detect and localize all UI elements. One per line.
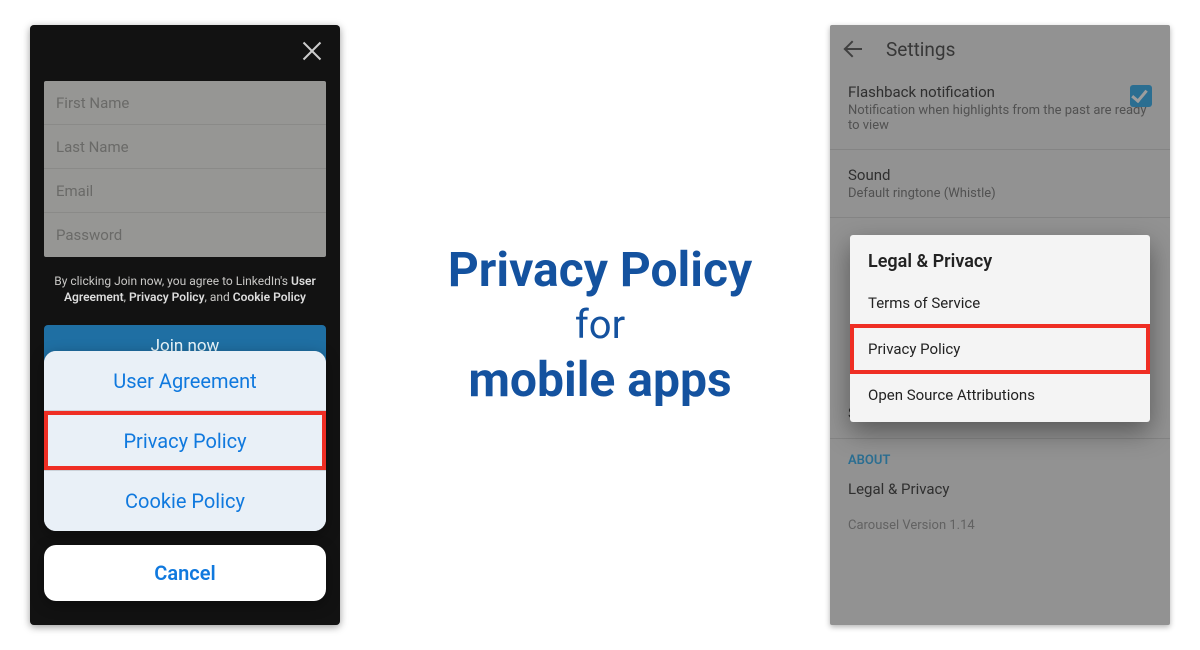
dialog-privacy-policy[interactable]: Privacy Policy <box>850 324 1150 374</box>
back-arrow-icon[interactable] <box>844 39 864 59</box>
flashback-title: Flashback notification <box>848 83 1152 101</box>
disclaimer-pp: Privacy Policy <box>129 290 205 304</box>
sheet-user-agreement[interactable]: User Agreement <box>44 351 326 411</box>
about-header: ABOUT <box>830 445 1170 470</box>
sound-row[interactable]: Sound Default ringtone (Whistle) <box>830 156 1170 211</box>
version-label: Carousel Version 1.14 <box>830 508 1170 551</box>
toolbar-title: Settings <box>886 38 955 61</box>
legal-privacy-label: Legal & Privacy <box>848 480 1152 498</box>
sound-title: Sound <box>848 166 1152 184</box>
first-name-field[interactable]: First Name <box>44 81 326 125</box>
password-field[interactable]: Password <box>44 213 326 257</box>
hero-line1: Privacy Policy <box>448 240 752 300</box>
disclaimer-cp: Cookie Policy <box>233 290 306 304</box>
flashback-checkbox[interactable] <box>1130 85 1152 107</box>
action-sheet: User Agreement Privacy Policy Cookie Pol… <box>44 351 326 531</box>
sheet-privacy-policy[interactable]: Privacy Policy <box>44 411 326 471</box>
cancel-button[interactable]: Cancel <box>44 545 326 601</box>
sheet-cookie-policy[interactable]: Cookie Policy <box>44 471 326 531</box>
divider <box>830 217 1170 218</box>
close-icon[interactable] <box>298 37 326 65</box>
last-name-field[interactable]: Last Name <box>44 125 326 169</box>
legal-privacy-dialog: Legal & Privacy Terms of Service Privacy… <box>850 235 1150 422</box>
hero-title: Privacy Policy for mobile apps <box>448 240 752 410</box>
dialog-header: Legal & Privacy <box>850 241 1150 280</box>
hero-line3: mobile apps <box>448 350 752 410</box>
divider <box>830 149 1170 150</box>
divider <box>830 438 1170 439</box>
sound-sub: Default ringtone (Whistle) <box>848 186 1152 201</box>
disclaimer-sep2: , and <box>205 290 233 304</box>
disclaimer-pre: By clicking Join now, you agree to Linke… <box>54 274 291 288</box>
legal-privacy-row[interactable]: Legal & Privacy <box>830 470 1170 508</box>
flashback-row[interactable]: Flashback notification Notification when… <box>830 73 1170 143</box>
android-screenshot: Settings Flashback notification Notifica… <box>830 25 1170 625</box>
dialog-open-source-attribs[interactable]: Open Source Attributions <box>850 372 1150 418</box>
signup-form: First Name Last Name Email Password <box>44 81 326 257</box>
hero-line2: for <box>448 300 752 350</box>
ios-screenshot: First Name Last Name Email Password By c… <box>30 25 340 625</box>
signup-disclaimer: By clicking Join now, you agree to Linke… <box>50 273 320 305</box>
flashback-sub: Notification when highlights from the pa… <box>848 103 1152 133</box>
email-field[interactable]: Email <box>44 169 326 213</box>
dialog-terms-of-service[interactable]: Terms of Service <box>850 280 1150 326</box>
settings-toolbar: Settings <box>830 25 1170 73</box>
